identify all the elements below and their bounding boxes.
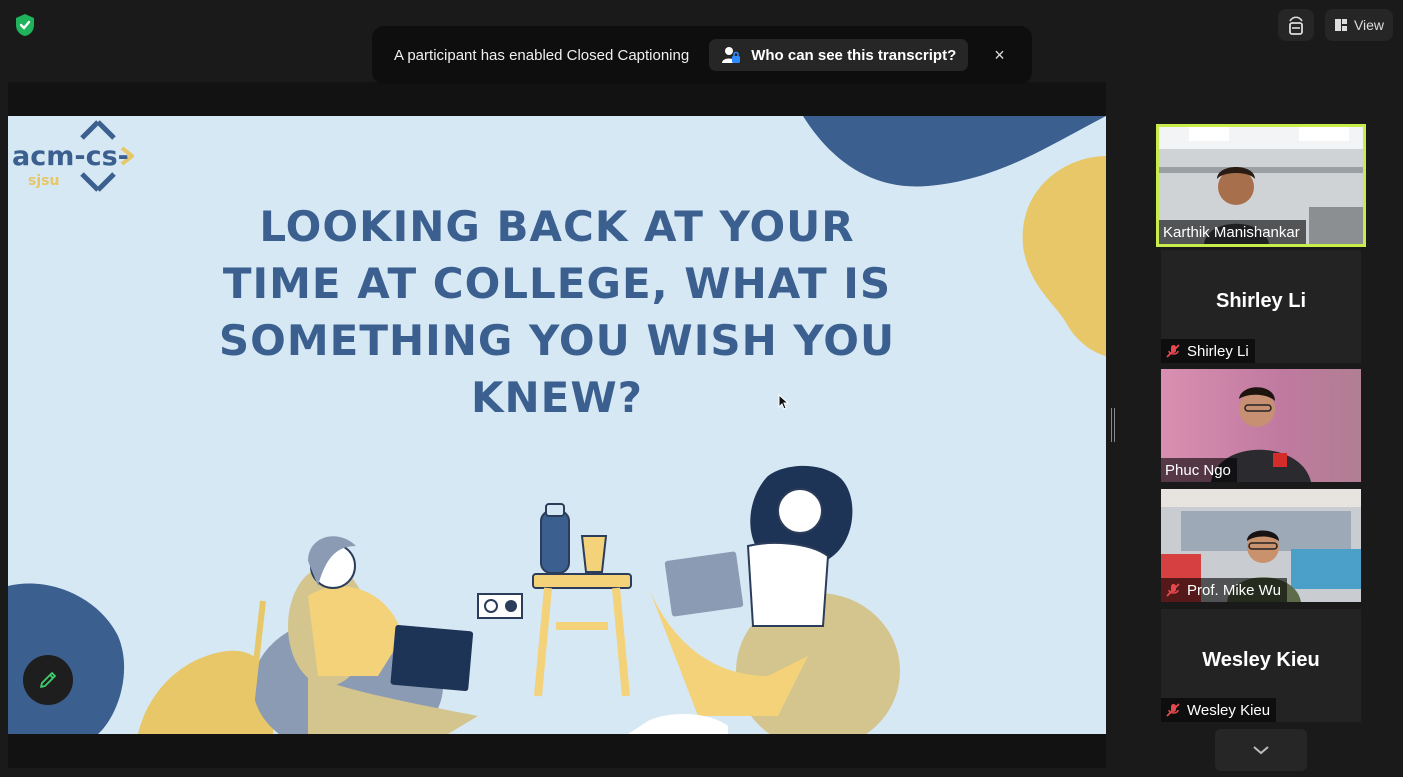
participant-avatar-name: Wesley Kieu [1202,649,1320,671]
who-can-see-transcript-label: Who can see this transcript? [751,46,957,64]
participant-tile[interactable]: Karthik Manishankar [1156,124,1366,247]
participant-name: Phuc Ngo [1165,461,1231,479]
participant-tile[interactable]: Shirley Li Shirley Li [1161,250,1361,363]
participant-name: Prof. Mike Wu [1187,581,1281,599]
security-shield-icon[interactable] [12,12,38,38]
view-button[interactable]: View [1325,9,1393,41]
captions-banner-message: A participant has enabled Closed Caption… [394,46,690,64]
participant-avatar-name: Shirley Li [1215,290,1307,312]
mic-muted-icon [1166,583,1180,597]
close-icon[interactable]: × [994,45,1005,66]
participant-name: Wesley Kieu [1187,701,1271,719]
chevron-down-icon [1253,746,1269,755]
slide-title-line: KNEW? [470,373,644,422]
participant-name-label: Karthik Manishankar [1159,220,1306,244]
captions-banner: A participant has enabled Closed Caption… [372,26,1032,84]
participant-name: Shirley Li [1187,342,1249,360]
participant-tile[interactable]: Wesley Kieu Wesley Kieu [1161,609,1361,722]
pencil-icon [40,672,56,688]
captions-icon [1289,16,1303,35]
panel-resize-handle[interactable] [1111,408,1115,442]
participant-name: Karthik Manishankar [1163,223,1300,241]
logo-subtext: sjsu [28,173,59,189]
slide-title-line: LOOKING BACK AT YOUR [259,202,855,251]
view-label: View [1353,17,1385,33]
who-can-see-transcript-button[interactable]: Who can see this transcript? [709,39,969,71]
mouse-cursor-icon [778,394,790,410]
slide-title: LOOKING BACK AT YOUR TIME AT COLLEGE, WH… [148,198,966,426]
slide-title-line: TIME AT COLLEGE, WHAT IS [222,259,892,308]
acm-cs-logo: acm-cs- sjsu [12,120,136,197]
participant-name-label: Wesley Kieu [1161,698,1277,722]
presentation-slide: acm-cs- sjsu LOOKING BACK AT YOUR TIME A… [8,116,1106,734]
participant-name-label: Prof. Mike Wu [1161,578,1287,602]
participant-tile[interactable]: Prof. Mike Wu [1161,489,1361,602]
scroll-participants-down-button[interactable] [1215,729,1307,771]
participant-name-label: Phuc Ngo [1161,458,1237,482]
slide-title-line: SOMETHING YOU WISH YOU [218,316,896,365]
person-lock-icon [722,47,741,63]
participant-name-label: Shirley Li [1161,339,1255,363]
annotate-button[interactable] [23,655,73,705]
mic-muted-icon [1166,703,1180,717]
view-layout-icon [1334,19,1347,31]
mic-muted-icon [1166,344,1180,358]
logo-text: acm-cs- [12,141,129,172]
captions-toggle-button[interactable] [1278,9,1314,41]
participant-tile[interactable]: Phuc Ngo [1161,369,1361,482]
